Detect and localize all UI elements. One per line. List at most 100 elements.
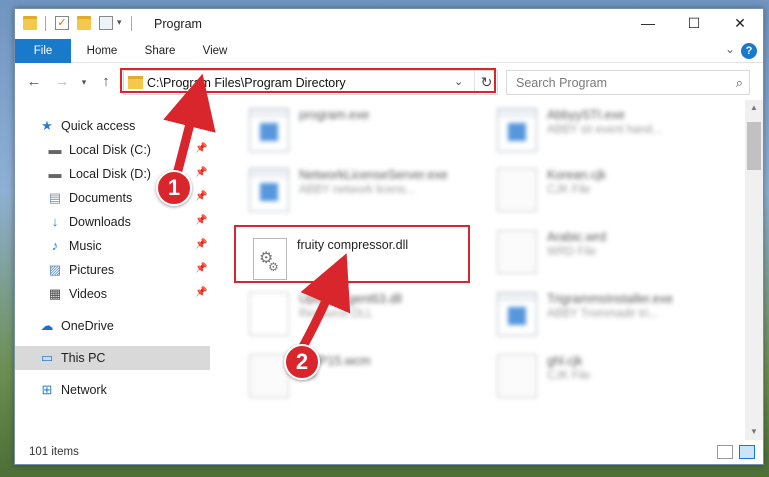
search-box[interactable]: ⌕ <box>506 70 750 95</box>
file-name: ghl.cjk <box>547 354 583 368</box>
file-tile[interactable]: program.exe <box>241 104 481 158</box>
documents-icon: ▤ <box>48 190 62 205</box>
file-tile[interactable]: TrigrammsInstaller.exe ABBY Trommadir tr… <box>489 288 729 342</box>
up-arrow-icon[interactable]: ↑ <box>97 72 115 92</box>
pin-icon[interactable]: 📌 <box>195 191 207 202</box>
pin-icon[interactable]: 📌 <box>195 215 207 226</box>
document-file-icon <box>249 354 289 398</box>
music-icon: ♪ <box>51 238 59 253</box>
tab-file[interactable]: File <box>15 39 71 63</box>
exe-file-icon <box>497 108 537 152</box>
file-description: ABBY Trommadir tri... <box>547 308 658 320</box>
exe-file-icon <box>249 168 289 212</box>
document-file-icon <box>497 168 537 212</box>
file-tile[interactable]: NetworkLicenseServer.exe ABBY network li… <box>241 164 481 218</box>
pictures-icon: ▨ <box>48 262 62 277</box>
customize-toolbar-icon[interactable] <box>99 16 113 30</box>
pin-icon[interactable]: 📌 <box>195 263 207 274</box>
file-name: Korean.cjk <box>547 168 607 182</box>
step-1-badge: 1 <box>156 170 192 206</box>
exe-file-icon <box>249 108 289 152</box>
file-name: TrigrammsInstaller.exe <box>547 292 673 306</box>
minimize-button[interactable]: — <box>625 9 671 39</box>
tab-view[interactable]: View <box>193 39 237 63</box>
sidebar-item-onedrive[interactable]: ☁ OneDrive <box>15 314 210 338</box>
navigation-pane: ★ Quick access ▬ Local Disk (C:) 📌 ▬ Loc… <box>15 100 210 440</box>
help-icon[interactable]: ? <box>741 43 757 59</box>
new-folder-icon[interactable] <box>77 16 91 30</box>
file-tile[interactable]: ghl.cjk CJK File <box>489 350 729 404</box>
computer-icon: ▭ <box>40 350 54 365</box>
tab-home[interactable]: Home <box>77 39 127 63</box>
file-name: UpdateAgent63.dll <box>299 292 402 306</box>
step-2-badge: 2 <box>284 344 320 380</box>
sidebar-item-this-pc[interactable]: ▭ This PC <box>15 346 210 370</box>
sidebar-item-label: Videos <box>69 287 107 301</box>
sidebar-item-label: Downloads <box>69 215 131 229</box>
pin-icon[interactable]: 📌 <box>195 143 207 154</box>
toolbar-dropdown-icon[interactable]: ▾ <box>117 17 122 28</box>
sidebar-item-label: Music <box>69 239 102 253</box>
sidebar-item-network[interactable]: ⊞ Network <box>15 378 210 402</box>
search-input[interactable] <box>507 71 719 94</box>
search-icon[interactable]: ⌕ <box>736 75 743 91</box>
star-icon: ★ <box>41 118 53 133</box>
sidebar-item-label: Documents <box>69 191 133 205</box>
sidebar-item-pictures[interactable]: ▨ Pictures 📌 <box>15 258 210 282</box>
dll-file-icon <box>249 292 289 336</box>
scroll-up-icon[interactable]: ▲ <box>745 100 763 116</box>
sidebar-item-local-disk-c[interactable]: ▬ Local Disk (C:) 📌 <box>15 138 210 162</box>
file-highlight-box <box>234 225 470 283</box>
cloud-icon: ☁ <box>40 318 54 333</box>
file-tile[interactable]: UpdateAgent63.dll Resource DLL <box>241 288 481 342</box>
pin-icon[interactable]: 📌 <box>195 239 207 250</box>
sidebar-item-label: Network <box>61 383 107 397</box>
download-icon: ↓ <box>51 214 59 229</box>
tab-share[interactable]: Share <box>135 39 185 63</box>
network-icon: ⊞ <box>41 382 53 397</box>
file-tile[interactable]: Arabic.wrd WRD File <box>489 226 729 280</box>
exe-file-icon <box>497 292 537 336</box>
scroll-down-icon[interactable]: ▼ <box>745 424 763 440</box>
file-description: CJK File <box>547 184 591 196</box>
file-description: CJK File <box>547 370 591 382</box>
title-bar: ✓ ▾ Program — ☐ ✕ <box>15 9 763 39</box>
drive-icon: ▬ <box>48 142 62 157</box>
file-tile[interactable]: AbbyySTI.exe ABBY sti event hand... <box>489 104 729 158</box>
sidebar-item-quick-access[interactable]: ★ Quick access <box>15 114 210 138</box>
tiles-view-icon[interactable] <box>739 445 755 459</box>
recent-locations-icon[interactable]: ▾ <box>75 72 93 92</box>
document-file-icon <box>497 354 537 398</box>
sidebar-item-label: Local Disk (D:) <box>69 167 151 181</box>
close-button[interactable]: ✕ <box>717 9 763 39</box>
file-name: Arabic.wrd <box>547 230 607 244</box>
sidebar-item-downloads[interactable]: ↓ Downloads 📌 <box>15 210 210 234</box>
window-title: Program <box>154 17 202 31</box>
vertical-scrollbar[interactable]: ▲ ▼ <box>745 100 763 440</box>
title-separator <box>45 16 46 31</box>
forward-arrow-icon[interactable]: → <box>53 72 71 92</box>
file-description: WRD File <box>547 246 597 258</box>
expand-ribbon-icon[interactable]: ⌄ <box>725 42 735 56</box>
item-count: 101 items <box>29 446 79 458</box>
back-arrow-icon[interactable]: ← <box>25 72 43 92</box>
sidebar-item-music[interactable]: ♪ Music 📌 <box>15 234 210 258</box>
sidebar-item-videos[interactable]: ▦ Videos 📌 <box>15 282 210 306</box>
file-tile[interactable]: SWP15.wcm File <box>241 350 481 404</box>
properties-check-icon[interactable]: ✓ <box>55 16 69 30</box>
details-view-icon[interactable] <box>717 445 733 459</box>
file-description: Resource DLL <box>299 308 373 320</box>
sidebar-item-label: Quick access <box>61 119 136 133</box>
title-separator <box>131 16 132 31</box>
address-highlight-box <box>120 68 496 93</box>
sidebar-item-label: Local Disk (C:) <box>69 143 151 157</box>
status-bar: 101 items <box>15 440 763 464</box>
file-name: NetworkLicenseServer.exe <box>299 168 448 182</box>
scroll-thumb[interactable] <box>747 122 761 170</box>
file-name: AbbyySTI.exe <box>547 108 625 122</box>
pin-icon[interactable]: 📌 <box>195 287 207 298</box>
ribbon-tabs: File Home Share View ⌄ ? <box>15 39 763 63</box>
pin-icon[interactable]: 📌 <box>195 167 207 178</box>
file-tile[interactable]: Korean.cjk CJK File <box>489 164 729 218</box>
maximize-button[interactable]: ☐ <box>671 9 717 39</box>
